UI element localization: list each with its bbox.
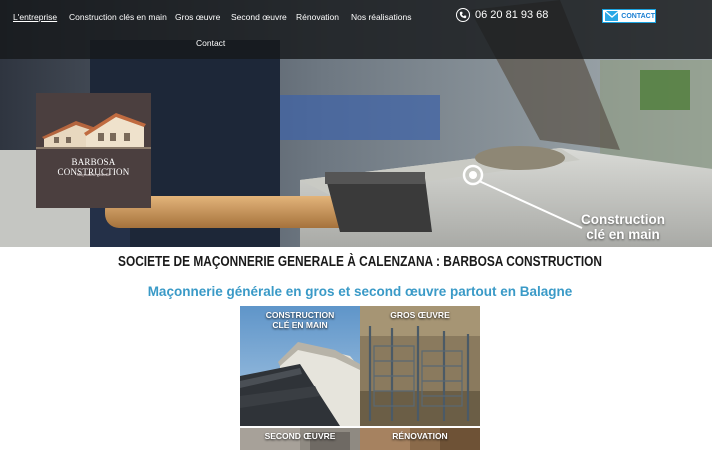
envelope-icon: [605, 11, 619, 21]
page-title: SOCIETE DE MAÇONNERIE GENERALE À CALENZA…: [118, 254, 602, 270]
tile-gros-oeuvre[interactable]: GROS ŒUVRE: [360, 306, 480, 426]
nav-item-construction-cles-en-main[interactable]: Construction clés en main: [69, 12, 167, 22]
tile-construction-cle-en-main[interactable]: CONSTRUCTION CLÉ EN MAIN: [240, 306, 360, 426]
page-subtitle: Maçonnerie générale en gros et second œu…: [147, 284, 573, 299]
nav-item-nos-realisations[interactable]: Nos réalisations: [351, 12, 411, 22]
tile-renovation-label: RÉNOVATION: [392, 431, 448, 441]
phone-link[interactable]: 06 20 81 93 68: [456, 7, 548, 23]
nav-item-contact[interactable]: Contact: [196, 38, 225, 48]
company-logo[interactable]: BARBOSA CONSTRUCTION Maçonnerie générale: [36, 93, 151, 208]
tile-renovation[interactable]: RÉNOVATION: [360, 428, 480, 450]
nav-item-entreprise[interactable]: L'entreprise: [13, 12, 57, 22]
contact-button[interactable]: CONTACT: [602, 9, 656, 23]
hero-banner: L'entreprise Construction clés en main G…: [0, 0, 720, 247]
phone-number: 06 20 81 93 68: [475, 9, 549, 21]
hero-edge: [712, 0, 720, 247]
house-illustration: [36, 93, 151, 155]
logo-tagline: Maçonnerie générale: [76, 172, 111, 177]
tile-construction-label-line1: CONSTRUCTION: [265, 310, 335, 320]
hero-caption-line2: clé en main: [586, 227, 660, 242]
contact-button-label: CONTACT: [621, 12, 655, 20]
tile-second-oeuvre[interactable]: SECOND ŒUVRE: [240, 428, 360, 450]
tile-construction-label: CONSTRUCTION CLÉ EN MAIN: [240, 310, 360, 330]
nav-item-gros-oeuvre[interactable]: Gros œuvre: [175, 12, 220, 22]
hero-caption-line1: Construction: [581, 212, 665, 227]
tile-gros-oeuvre-label: GROS ŒUVRE: [390, 310, 450, 320]
hero-caption: Construction clé en main: [560, 212, 686, 242]
tile-second-oeuvre-label: SECOND ŒUVRE: [264, 431, 336, 441]
phone-icon: [456, 8, 470, 22]
tile-gros-oeuvre-image: [360, 306, 480, 426]
nav-item-second-oeuvre[interactable]: Second œuvre: [231, 12, 287, 22]
tile-construction-label-line2: CLÉ EN MAIN: [272, 320, 328, 330]
nav-item-renovation[interactable]: Rénovation: [296, 12, 339, 22]
